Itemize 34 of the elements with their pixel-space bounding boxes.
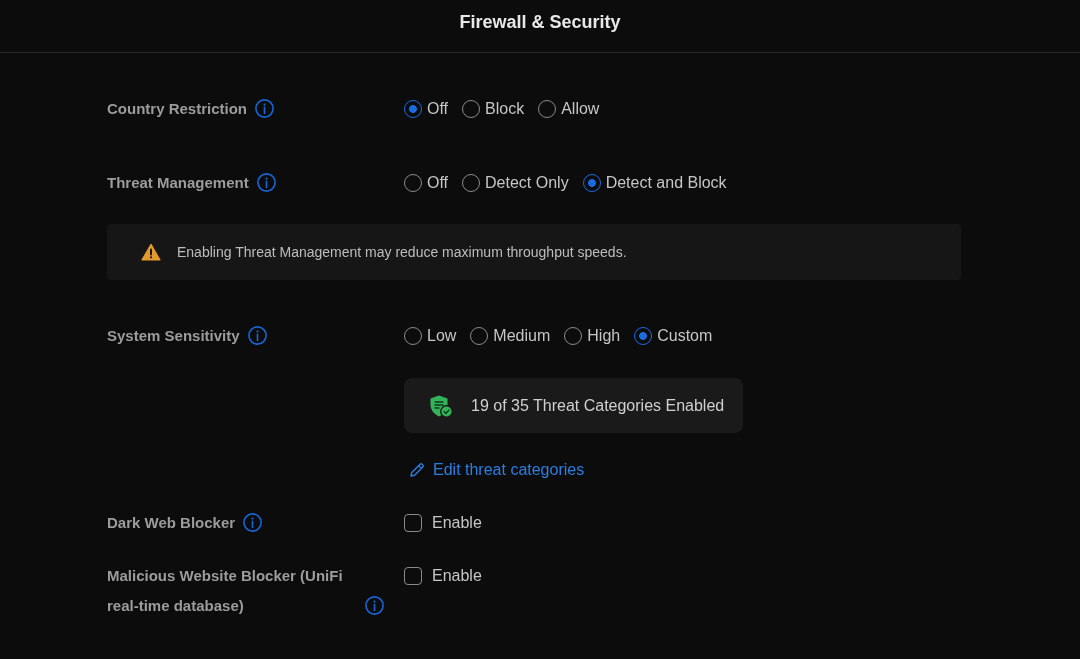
warning-text: Enabling Threat Management may reduce maximum throughput speeds.	[177, 244, 627, 260]
option-label[interactable]: Enable	[432, 567, 482, 585]
page-title: Firewall & Security	[459, 11, 621, 34]
option-label[interactable]: Detect and Block	[605, 174, 727, 192]
checkbox[interactable]	[404, 567, 422, 585]
warning-icon	[141, 243, 161, 261]
checkbox[interactable]	[404, 514, 422, 532]
edit-link[interactable]: Edit threat categories	[409, 455, 585, 485]
radio-button[interactable]	[634, 327, 653, 345]
option-label[interactable]: Allow	[561, 100, 600, 118]
info-icon[interactable]	[243, 513, 263, 532]
setting-label: Dark Web Blocker	[107, 513, 236, 533]
option-label[interactable]: Detect Only	[485, 174, 569, 192]
shield-check-icon	[429, 393, 453, 418]
pencil-icon	[409, 462, 425, 478]
info-icon[interactable]	[256, 173, 276, 192]
option-label[interactable]: Block	[485, 100, 525, 118]
option-label[interactable]: High	[587, 327, 621, 345]
option-label[interactable]: Enable	[432, 514, 482, 532]
radio-button[interactable]	[582, 174, 601, 192]
info-icon[interactable]	[247, 326, 267, 345]
info-icon[interactable]	[365, 596, 384, 615]
info-icon[interactable]	[255, 99, 274, 118]
setting-label: Threat Management	[107, 173, 249, 193]
radio-button[interactable]	[404, 100, 422, 118]
option-label[interactable]: Off	[427, 100, 449, 118]
setting-label: System Sensitivity	[107, 326, 240, 346]
setting-label: Malicious Website Blocker (UniFi real-time database)	[107, 566, 344, 616]
summary-text: 19 of 35 Threat Categories Enabled	[471, 396, 725, 415]
setting-label: Country Restriction	[107, 99, 247, 119]
option-label[interactable]: Off	[427, 174, 449, 192]
option-label[interactable]: Custom	[657, 327, 713, 345]
option-label[interactable]: Low	[427, 327, 457, 345]
option-label[interactable]: Medium	[493, 327, 551, 345]
